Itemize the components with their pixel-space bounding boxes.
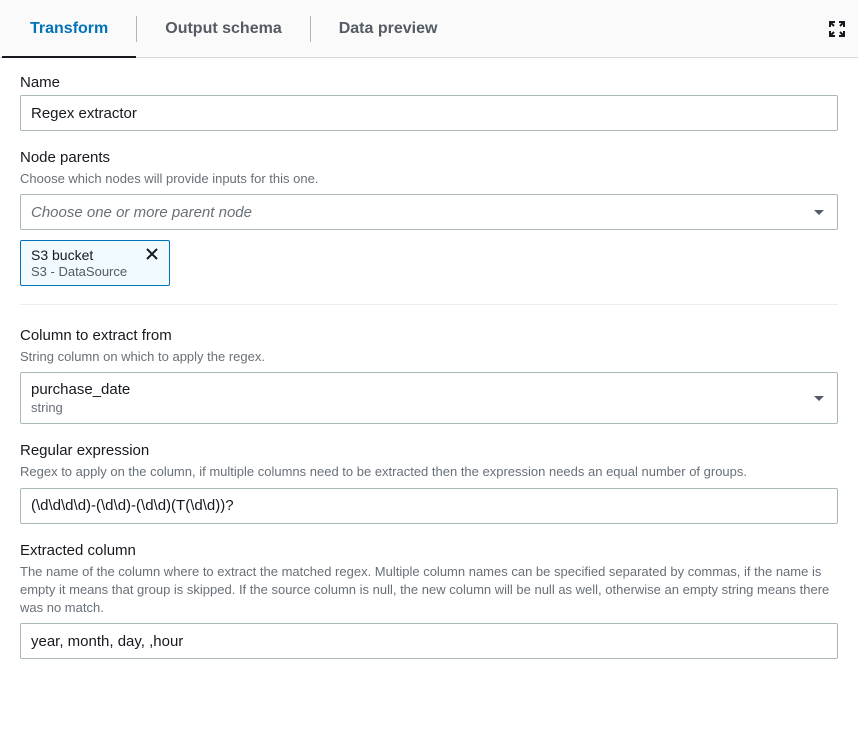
- section-divider: [20, 304, 838, 305]
- tab-output-schema[interactable]: Output schema: [137, 0, 309, 57]
- regex-hint: Regex to apply on the column, if multipl…: [20, 463, 838, 481]
- name-input[interactable]: [20, 95, 838, 131]
- column-value-type: string: [31, 400, 63, 415]
- node-parents-tokens: S3 bucket S3 - DataSource: [20, 240, 838, 286]
- caret-down-icon: [813, 204, 825, 220]
- tab-transform-label: Transform: [30, 20, 108, 38]
- tab-data-preview-label: Data preview: [339, 20, 438, 38]
- field-regex: Regular expression Regex to apply on the…: [20, 442, 838, 523]
- expand-icon[interactable]: [828, 20, 846, 38]
- parent-token-body: S3 bucket S3 - DataSource: [21, 241, 137, 285]
- node-parents-label: Node parents: [20, 149, 838, 166]
- column-hint: String column on which to apply the rege…: [20, 348, 838, 366]
- tab-output-schema-label: Output schema: [165, 20, 281, 38]
- node-parents-select[interactable]: Choose one or more parent node: [20, 194, 838, 230]
- node-parents-placeholder: Choose one or more parent node: [31, 204, 252, 221]
- field-node-parents: Node parents Choose which nodes will pro…: [20, 149, 838, 286]
- extracted-label: Extracted column: [20, 542, 838, 559]
- regex-input[interactable]: [20, 488, 838, 524]
- caret-down-icon: [813, 390, 825, 406]
- extracted-hint: The name of the column where to extract …: [20, 563, 838, 618]
- form-body: Name Node parents Choose which nodes wil…: [0, 58, 858, 701]
- column-label: Column to extract from: [20, 327, 838, 344]
- extracted-input[interactable]: [20, 623, 838, 659]
- parent-token-sub: S3 - DataSource: [31, 264, 127, 279]
- column-value-name: purchase_date: [31, 381, 130, 398]
- node-parents-hint: Choose which nodes will provide inputs f…: [20, 170, 838, 188]
- tabbar: Transform Output schema Data preview: [0, 0, 858, 58]
- parent-token-remove[interactable]: [137, 241, 169, 285]
- field-extracted: Extracted column The name of the column …: [20, 542, 838, 660]
- close-icon: [145, 247, 159, 264]
- column-select[interactable]: purchase_date string: [20, 372, 838, 424]
- parent-token: S3 bucket S3 - DataSource: [20, 240, 170, 286]
- regex-label: Regular expression: [20, 442, 838, 459]
- name-label: Name: [20, 74, 838, 91]
- tab-data-preview[interactable]: Data preview: [311, 0, 466, 57]
- field-name: Name: [20, 74, 838, 131]
- tab-transform[interactable]: Transform: [2, 0, 136, 57]
- field-column: Column to extract from String column on …: [20, 327, 838, 424]
- parent-token-title: S3 bucket: [31, 247, 127, 263]
